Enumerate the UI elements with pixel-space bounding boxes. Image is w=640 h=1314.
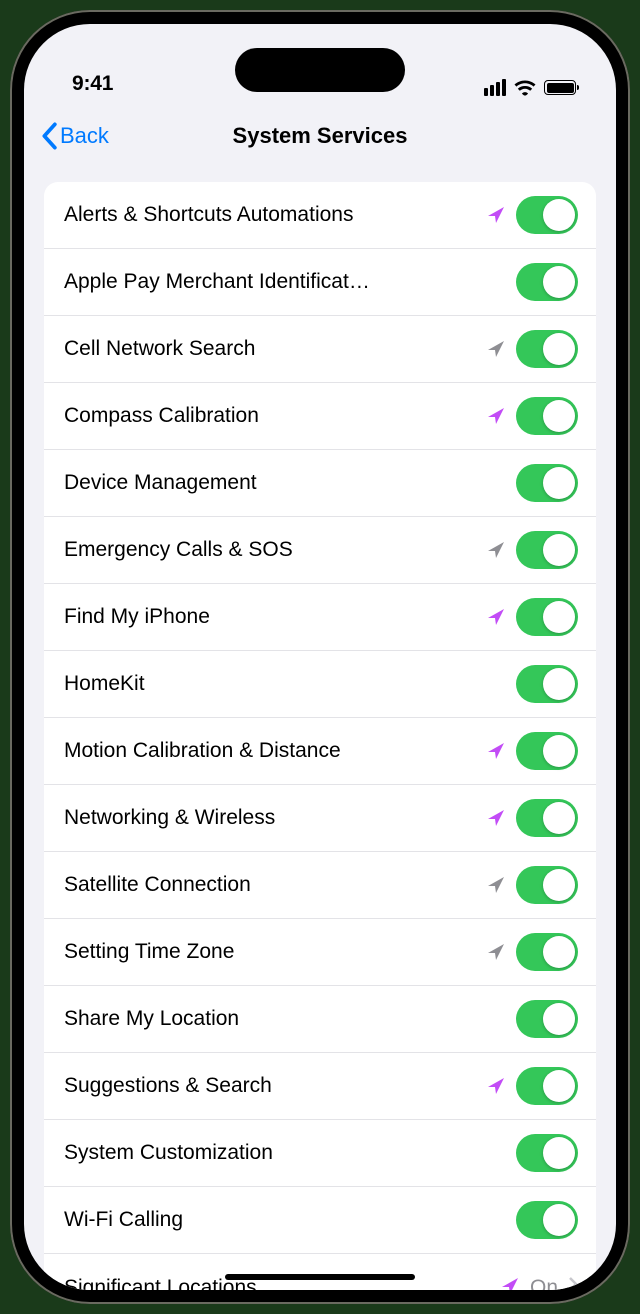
row-label: Emergency Calls & SOS [64,538,476,562]
settings-row: Device Management [44,450,596,517]
row-value: On [530,1276,558,1290]
page-title: System Services [24,123,616,149]
settings-row: Find My iPhone [44,584,596,651]
location-arrow-icon [486,607,506,627]
row-label: Compass Calibration [64,404,476,428]
settings-row: Emergency Calls & SOS [44,517,596,584]
location-arrow-icon [486,205,506,225]
settings-row: System Customization [44,1120,596,1187]
toggle-switch[interactable] [516,1134,578,1172]
status-time: 9:41 [72,72,113,96]
toggle-switch[interactable] [516,732,578,770]
settings-row: Networking & Wireless [44,785,596,852]
row-label: Alerts & Shortcuts Automations [64,203,476,227]
wifi-icon [514,80,536,96]
toggle-switch[interactable] [516,799,578,837]
settings-row: Motion Calibration & Distance [44,718,596,785]
dynamic-island [235,48,405,92]
row-label: Satellite Connection [64,873,476,897]
settings-row: Apple Pay Merchant Identificat… [44,249,596,316]
navigation-bar: Back System Services [24,104,616,168]
location-arrow-icon [500,1276,520,1290]
location-arrow-icon [486,406,506,426]
toggle-switch[interactable] [516,1000,578,1038]
status-indicators [484,79,576,96]
toggle-switch[interactable] [516,196,578,234]
row-label: Share My Location [64,1007,506,1031]
row-label: Suggestions & Search [64,1074,476,1098]
back-label: Back [60,123,109,149]
settings-row: Compass Calibration [44,383,596,450]
settings-row: Setting Time Zone [44,919,596,986]
toggle-switch[interactable] [516,397,578,435]
location-arrow-icon [486,339,506,359]
row-label: Device Management [64,471,506,495]
toggle-switch[interactable] [516,598,578,636]
content-area: Alerts & Shortcuts Automations Apple Pay … [24,168,616,1290]
row-label: Find My iPhone [64,605,476,629]
location-arrow-icon [486,875,506,895]
toggle-switch[interactable] [516,1201,578,1239]
row-label: Wi-Fi Calling [64,1208,506,1232]
settings-row: Cell Network Search [44,316,596,383]
chevron-left-icon [40,122,58,150]
location-arrow-icon [486,540,506,560]
battery-icon [544,80,576,95]
chevron-right-icon [568,1276,578,1290]
settings-row: Share My Location [44,986,596,1053]
toggle-switch[interactable] [516,1067,578,1105]
row-label: Networking & Wireless [64,806,476,830]
toggle-switch[interactable] [516,866,578,904]
back-button[interactable]: Back [40,122,109,150]
location-arrow-icon [486,741,506,761]
row-label: System Customization [64,1141,506,1165]
toggle-switch[interactable] [516,464,578,502]
cellular-icon [484,79,506,96]
location-arrow-icon [486,1076,506,1096]
toggle-switch[interactable] [516,933,578,971]
toggle-switch[interactable] [516,665,578,703]
device-frame: 9:41 Back System Services Alerts & Short… [10,10,630,1304]
location-arrow-icon [486,808,506,828]
settings-row: Wi-Fi Calling [44,1187,596,1254]
row-label: Apple Pay Merchant Identificat… [64,270,506,294]
settings-row: HomeKit [44,651,596,718]
row-label: Setting Time Zone [64,940,476,964]
home-indicator[interactable] [225,1274,415,1280]
location-arrow-icon [486,942,506,962]
row-label: HomeKit [64,672,506,696]
row-label: Motion Calibration & Distance [64,739,476,763]
settings-row: Suggestions & Search [44,1053,596,1120]
settings-row: Satellite Connection [44,852,596,919]
settings-row-significant-locations[interactable]: Significant LocationsOn [44,1254,596,1290]
screen: 9:41 Back System Services Alerts & Short… [24,24,616,1290]
toggle-switch[interactable] [516,263,578,301]
settings-row: Alerts & Shortcuts Automations [44,182,596,249]
toggle-switch[interactable] [516,531,578,569]
toggle-switch[interactable] [516,330,578,368]
row-label: Cell Network Search [64,337,476,361]
settings-list: Alerts & Shortcuts Automations Apple Pay … [44,182,596,1290]
